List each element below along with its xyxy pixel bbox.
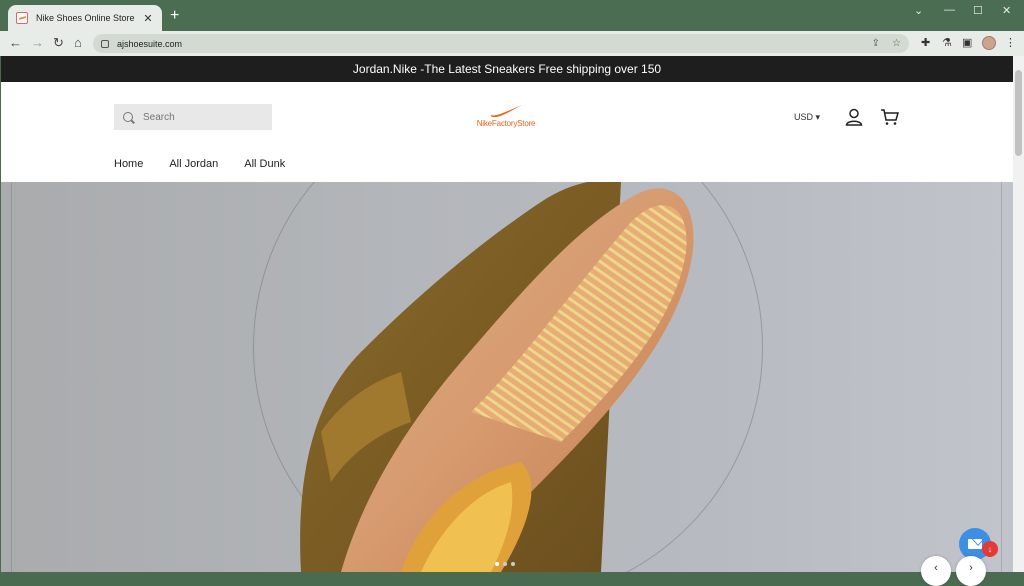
tab-close-icon[interactable]: ✕ [142,12,154,25]
menu-kebab-icon[interactable]: ⋮ [1005,36,1016,49]
carousel-dots [495,562,519,566]
logo-text: NikeFactoryStore [476,119,536,128]
forward-icon[interactable]: → [31,35,44,51]
browser-tabbar: Nike Shoes Online Store ✕ + ⌄ — ☐ ✕ [0,0,1024,31]
reload-icon[interactable]: ↻ [53,35,64,51]
main-nav: Home All Jordan All Dunk [114,158,311,170]
extensions-icon[interactable]: ✚ [921,36,930,49]
nav-all-dunk[interactable]: All Dunk [244,158,285,170]
download-badge-icon[interactable]: ↓ [982,541,998,557]
site-header: NikeFactoryStore USD ▾ Home All Jordan A… [1,82,1013,182]
tab-search-icon[interactable]: ⌄ [914,4,923,17]
carousel-dot[interactable] [511,562,515,566]
maximize-icon[interactable]: ☐ [973,4,983,17]
minimize-icon[interactable]: — [944,4,955,16]
search-box[interactable] [114,104,272,130]
bookmark-star-icon[interactable]: ☆ [892,38,901,49]
carousel-dot[interactable] [495,562,499,566]
carousel-dot[interactable] [503,562,507,566]
search-icon[interactable] [123,112,133,122]
web-page: Jordan.Nike -The Latest Sneakers Free sh… [1,56,1013,572]
sneaker-image [300,182,694,572]
browser-tab[interactable]: Nike Shoes Online Store ✕ [8,5,162,31]
nav-home[interactable]: Home [114,158,143,170]
top-button[interactable]: › [956,556,986,586]
mail-icon [968,539,982,549]
search-input[interactable] [143,111,253,123]
new-tab-button[interactable]: + [170,7,179,25]
sidepanel-icon[interactable]: ▣ [962,36,972,49]
favicon-icon [16,12,28,24]
tab-title: Nike Shoes Online Store [36,13,135,23]
url-text[interactable]: ajshoesuite.com [117,39,860,49]
lock-icon[interactable] [101,39,109,48]
back-icon[interactable]: ← [9,35,22,51]
address-bar[interactable]: ajshoesuite.com ⇪ ☆ [93,34,909,53]
scrollbar-thumb[interactable] [1015,70,1022,156]
hero-banner[interactable] [1,182,1013,572]
page-scrollbar[interactable] [1013,56,1024,572]
nav-all-jordan[interactable]: All Jordan [169,158,218,170]
profile-avatar[interactable] [982,36,996,50]
announcement-bar: Jordan.Nike -The Latest Sneakers Free sh… [1,56,1013,82]
browser-toolbar: ← → ↻ ⌂ ajshoesuite.com ⇪ ☆ ✚ ⚗ ▣ ⋮ [0,31,1024,56]
currency-selector[interactable]: USD ▾ [794,112,820,123]
home-icon[interactable]: ⌂ [74,35,82,51]
account-icon[interactable] [845,108,863,126]
cart-icon[interactable] [880,109,899,126]
nike-swoosh-icon [490,105,522,118]
site-logo[interactable]: NikeFactoryStore [471,104,541,128]
currency-label: USD [794,112,814,122]
lab-icon[interactable]: ⚗ [942,36,952,49]
share-icon[interactable]: ⇪ [872,38,880,49]
chat-button[interactable]: ‹ [921,556,951,586]
window-close-icon[interactable]: ✕ [1002,4,1011,17]
